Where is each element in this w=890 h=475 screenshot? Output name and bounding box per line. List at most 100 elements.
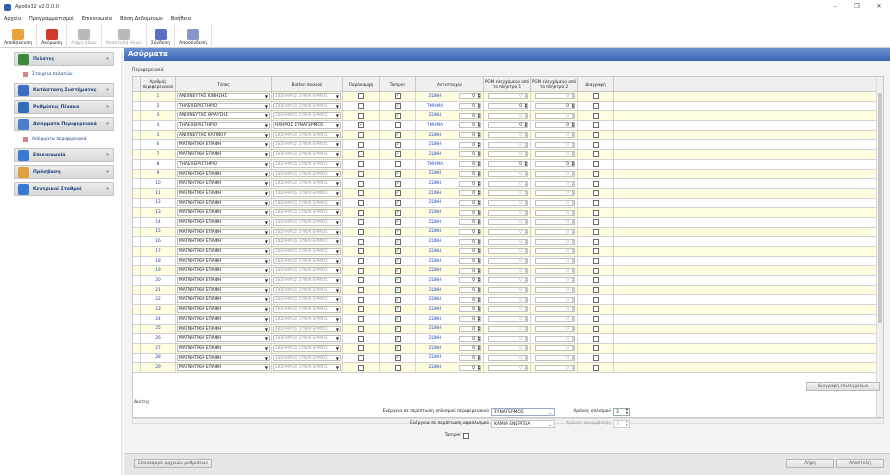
pgm1-stepper[interactable]: 0 ▲ ▼ [488,199,528,206]
column-header[interactable]: Αριθμός περιφερειακού [141,77,176,91]
spinner-arrows-icon[interactable]: ▲ ▼ [572,112,574,119]
table-row[interactable]: 16 ΜΑΓΝΗΤΙΚΗ ΕΠΑΦΗ ▼ ΣΙΩΠΗΡΟΣ ΣΥΝΑΓΕΡΜΟΣ ▼… [133,237,878,247]
pgm1-stepper[interactable]: 0 ▲ ▼ [488,122,528,129]
row-selector[interactable] [133,111,141,121]
spinner-arrows-icon[interactable]: ▲ ▼ [478,335,480,342]
pgm2-stepper[interactable]: 0 ▲ ▼ [535,316,575,323]
button-select[interactable]: ΣΙΩΠΗΡΟΣ ΣΥΝΑΓΕΡΜΟΣ ▼ [273,306,341,313]
assign-number-stepper[interactable]: 0 ▲ ▼ [459,238,481,245]
spinner-arrows-icon[interactable]: ▲ ▼ [478,122,480,128]
tamper-checkbox[interactable]: ✓ [394,199,401,206]
assign-number-stepper[interactable]: 0 ▲ ▼ [459,354,481,361]
delete-checkbox[interactable] [592,345,599,352]
assign-number-stepper[interactable]: 0 ▲ ▼ [459,364,481,371]
spinner-arrows-icon[interactable]: ▲ ▼ [478,161,480,167]
vertical-scrollbar[interactable] [876,77,883,417]
assign-number-stepper[interactable]: 0 ▲ ▼ [459,122,481,129]
type-select[interactable]: ΜΑΓΝΗΤΙΚΗ ΕΠΑΦΗ ▼ [177,364,270,371]
column-header[interactable]: PGM ελεγχόμενο από το πλήκτρο 1 [484,77,531,91]
table-row[interactable]: 19 ΜΑΓΝΗΤΙΚΗ ΕΠΑΦΗ ▼ ΣΙΩΠΗΡΟΣ ΣΥΝΑΓΕΡΜΟΣ ▼… [133,266,878,277]
spinner-arrows-icon[interactable]: ▲ ▼ [525,335,527,342]
button-select[interactable]: ΣΙΩΠΗΡΟΣ ΣΥΝΑΓΕΡΜΟΣ ▼ [273,257,341,265]
table-row[interactable]: 12 ΜΑΓΝΗΤΙΚΗ ΕΠΑΦΗ ▼ ΣΙΩΠΗΡΟΣ ΣΥΝΑΓΕΡΜΟΣ ▼… [133,198,878,209]
row-selector[interactable] [133,150,141,159]
row-selector[interactable] [133,169,141,179]
spinner-arrows-icon[interactable]: ▲ ▼ [572,287,574,293]
pgm1-stepper[interactable]: 0 ▲ ▼ [488,141,528,148]
pgm1-stepper[interactable]: 0 ▲ ▼ [488,93,528,100]
row-selector[interactable] [133,198,141,208]
spinner-arrows-icon[interactable]: ▲ ▼ [525,219,527,225]
menu-database[interactable]: Βάση Δεδομένων [116,16,167,22]
spinner-arrows-icon[interactable]: ▲ ▼ [572,238,574,245]
row-selector[interactable] [133,285,141,295]
spinner-arrows-icon[interactable]: ▲ ▼ [478,277,480,283]
pgm1-stepper[interactable]: 0 ▲ ▼ [488,248,528,255]
column-header[interactable]: Τύπος [176,77,272,91]
pgm2-stepper[interactable]: 0 ▲ ▼ [535,180,575,187]
sidebar-group-1[interactable]: Κατάσταση Συστήματος » [14,83,114,97]
bypass-checkbox[interactable] [358,161,364,168]
assign-number-stepper[interactable]: 0 ▲ ▼ [459,190,481,197]
spinner-arrows-icon[interactable]: ▲ ▼ [525,93,527,99]
pgm1-stepper[interactable]: 0 ▲ ▼ [488,345,528,352]
sidebar-item-3-0[interactable]: Ασύρματα περιφερειακά [14,134,114,144]
spinner-arrows-icon[interactable]: ▲ ▼ [572,190,574,196]
receive-button[interactable]: Λήψη [786,459,834,468]
pgm1-stepper[interactable]: 0 ▲ ▼ [488,364,528,371]
spinner-arrows-icon[interactable]: ▲ ▼ [525,161,527,167]
pgm2-stepper[interactable]: 0 ▲ ▼ [535,364,575,371]
tamper-checkbox[interactable]: ✓ [394,354,401,361]
bypass-checkbox[interactable] [358,132,364,139]
spinner-arrows-icon[interactable]: ▲ ▼ [525,316,527,322]
button-select[interactable]: ΗΧΗΡΟΣ ΣΥΝΑΓΕΡΜΟΣ ▼ [273,122,341,129]
button-select[interactable]: ΣΙΩΠΗΡΟΣ ΣΥΝΑΓΕΡΜΟΣ ▼ [273,228,341,236]
close-button[interactable]: ✕ [868,0,890,14]
tamper-checkbox[interactable]: ✓ [394,132,401,139]
spinner-arrows-icon[interactable]: ▲ ▼ [572,277,574,283]
table-row[interactable]: 6 ΜΑΓΝΗΤΙΚΗ ΕΠΑΦΗ ▼ ΣΙΩΠΗΡΟΣ ΣΥΝΑΓΕΡΜΟΣ ▼ … [133,140,878,151]
button-select[interactable]: ΣΙΩΠΗΡΟΣ ΣΥΝΑΓΕΡΜΟΣ ▼ [273,189,341,197]
pgm1-stepper[interactable]: 0 ▲ ▼ [488,354,528,361]
bypass-checkbox[interactable] [358,93,364,100]
bypass-checkbox[interactable] [358,306,364,313]
tamper-checkbox[interactable]: ✓ [394,267,401,274]
bypass-checkbox[interactable] [358,151,364,158]
spinner-arrows-icon[interactable]: ▲ ▼ [572,316,574,322]
button-select[interactable]: ΣΙΩΠΗΡΟΣ ΣΥΝΑΓΕΡΜΟΣ ▼ [273,112,341,120]
button-select[interactable]: ΣΙΩΠΗΡΟΣ ΣΥΝΑΓΕΡΜΟΣ ▼ [273,160,341,168]
delete-checkbox[interactable] [592,199,599,206]
collapse-chevron-icon[interactable]: » [106,169,109,175]
row-selector[interactable] [133,256,141,266]
spinner-arrows-icon[interactable]: ▲ ▼ [525,190,527,196]
spinner-arrows-icon[interactable]: ▲ ▼ [572,306,574,312]
pgm2-stepper[interactable]: 0 ▲ ▼ [535,335,575,342]
row-selector[interactable] [133,159,141,169]
button-select[interactable]: ΣΙΩΠΗΡΟΣ ΣΥΝΑΓΕΡΜΟΣ ▼ [273,325,341,333]
type-select[interactable]: ΜΑΓΝΗΤΙΚΗ ΕΠΑΦΗ ▼ [177,189,270,197]
pgm2-stepper[interactable]: 0 ▲ ▼ [535,161,575,168]
type-select[interactable]: ΜΑΓΝΗΤΙΚΗ ΕΠΑΦΗ ▼ [177,335,270,342]
sidebar-group-0[interactable]: Πελάτες « [14,52,114,66]
delete-checkbox[interactable] [592,132,599,139]
pgm2-stepper[interactable]: 0 ▲ ▼ [535,190,575,197]
table-row[interactable]: 15 ΜΑΓΝΗΤΙΚΗ ΕΠΑΦΗ ▼ ΣΙΩΠΗΡΟΣ ΣΥΝΑΓΕΡΜΟΣ ▼… [133,227,878,238]
row-selector[interactable] [133,276,141,285]
assign-number-stepper[interactable]: 0 ▲ ▼ [459,112,481,119]
assign-number-stepper[interactable]: 0 ▲ ▼ [459,228,481,235]
toolbar-button-5[interactable]: Αποσύνδεση [175,24,213,48]
spinner-arrows-icon[interactable]: ▲ ▼ [478,345,480,351]
row-selector[interactable] [133,130,141,140]
pgm1-stepper[interactable]: 0 ▲ ▼ [488,132,528,139]
row-selector[interactable] [133,121,141,130]
assign-number-stepper[interactable]: 0 ▲ ▼ [459,199,481,206]
pgm2-stepper[interactable]: 0 ▲ ▼ [535,141,575,148]
row-selector[interactable] [133,101,141,111]
spinner-arrows-icon[interactable]: ▲ ▼ [572,122,574,128]
spinner-arrows-icon[interactable]: ▲ ▼ [572,170,574,177]
delete-checkbox[interactable] [592,151,599,158]
bypass-checkbox[interactable] [358,277,364,284]
table-row[interactable]: 18 ΜΑΓΝΗΤΙΚΗ ΕΠΑΦΗ ▼ ΣΙΩΠΗΡΟΣ ΣΥΝΑΓΕΡΜΟΣ ▼… [133,256,878,267]
tamper-checkbox[interactable] [394,161,401,168]
pgm2-stepper[interactable]: 0 ▲ ▼ [535,258,575,265]
